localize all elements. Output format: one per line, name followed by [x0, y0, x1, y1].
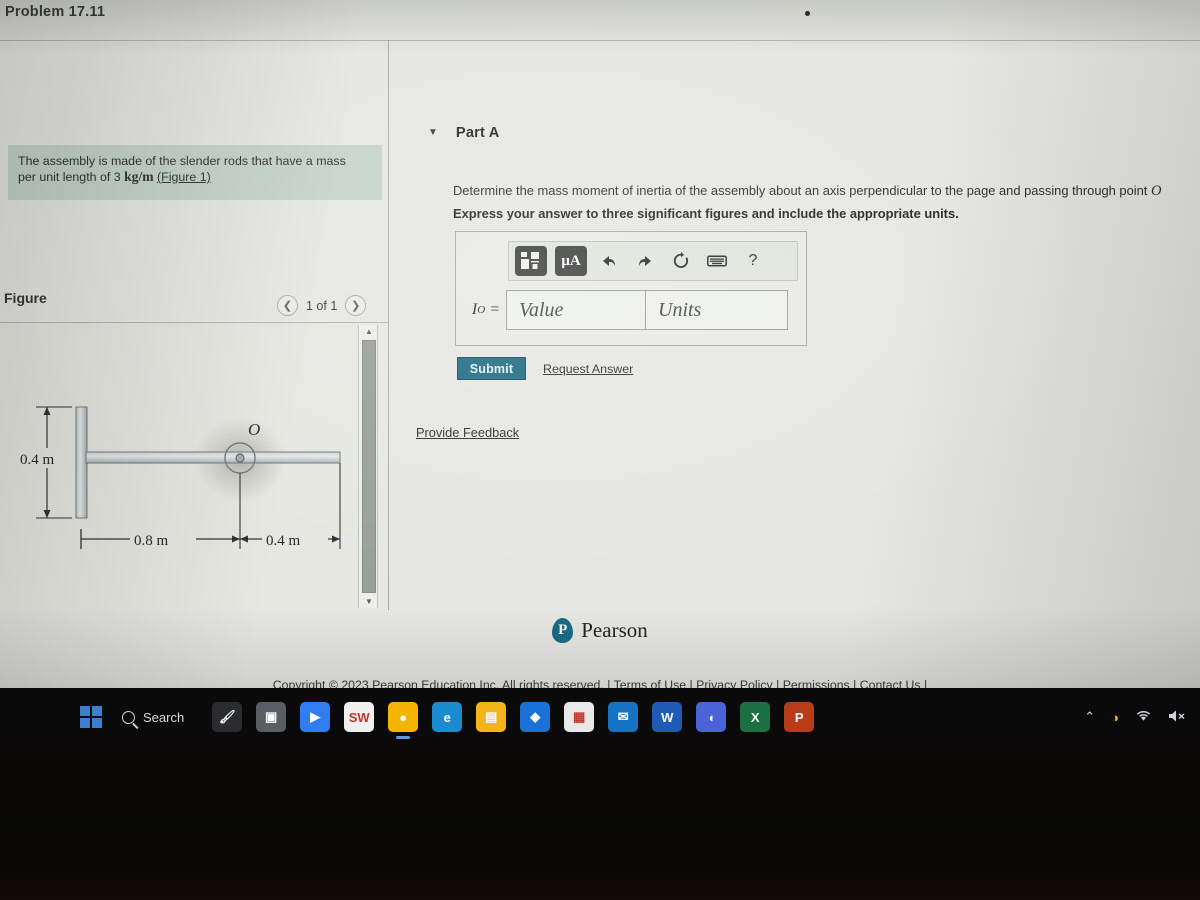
answer-toolbar: μA ?: [508, 241, 798, 281]
taskbar-items: Search 🖌 ▣ ▶ SW ● e ▤ ◆ ▦ ✉ W ◖ X P: [80, 688, 815, 746]
question-body: Determine the mass moment of inertia of …: [453, 183, 1148, 198]
scroll-up-icon[interactable]: ▲: [359, 325, 379, 338]
svg-text:0.4 m: 0.4 m: [266, 533, 301, 549]
taskbar-icon-powerpoint[interactable]: P: [784, 702, 815, 732]
footer-copyright: Copyright © 2023 Pearson Education Inc. …: [0, 678, 1200, 688]
taskbar-icon-widgets[interactable]: ▣: [256, 702, 287, 732]
taskbar-icon-excel[interactable]: X: [740, 702, 771, 732]
tray-battery-icon[interactable]: ◑: [1111, 710, 1119, 725]
below-screen-surface: [0, 746, 1200, 900]
submit-button[interactable]: Submit: [457, 357, 526, 380]
template-math-icon[interactable]: [515, 246, 547, 276]
tray-wifi-icon[interactable]: [1135, 709, 1152, 725]
collapse-caret-icon[interactable]: ▼: [428, 128, 438, 138]
taskbar-app-list: 🖌 ▣ ▶ SW ● e ▤ ◆ ▦ ✉ W ◖ X P: [212, 702, 815, 732]
redo-icon[interactable]: [631, 247, 659, 275]
search-input[interactable]: Search: [116, 704, 198, 730]
statement-line-1: The assembly is made of the slender rods…: [18, 154, 346, 168]
figure-1-link[interactable]: (Figure 1): [157, 170, 211, 184]
svg-text:O: O: [248, 420, 260, 439]
part-a-label: Part A: [455, 125, 500, 141]
svg-text:0.8 m: 0.8 m: [134, 533, 169, 549]
figure-counter: 1 of 1: [306, 298, 338, 313]
laptop-screen-photo: Problem 17.11 The assembly is made of th…: [0, 0, 1200, 900]
problem-statement: The assembly is made of the slender rods…: [8, 145, 382, 200]
browser-page: Problem 17.11 The assembly is made of th…: [0, 0, 1200, 688]
chevron-left-icon[interactable]: ❮: [277, 295, 298, 316]
contact-us-link[interactable]: Contact Us: [860, 678, 921, 688]
chevron-right-icon[interactable]: ❯: [345, 295, 367, 316]
undo-icon[interactable]: [595, 247, 623, 275]
tray-volume-mute-icon[interactable]: [1168, 709, 1186, 726]
start-button[interactable]: [80, 706, 102, 728]
scroll-down-icon[interactable]: ▼: [359, 595, 379, 608]
taskbar-icon-zoom[interactable]: ▶: [300, 702, 331, 732]
taskbar-icon-file-explorer[interactable]: ▤: [476, 702, 507, 732]
taskbar-icon-mail[interactable]: ✉: [608, 702, 639, 732]
top-divider: [0, 40, 1200, 41]
search-icon: [122, 710, 135, 724]
sep-1: |: [607, 678, 611, 688]
taskbar-icon-dropbox[interactable]: ◆: [520, 702, 551, 732]
taskbar-icon-chrome[interactable]: ●: [388, 702, 419, 732]
pearson-logo-icon: P: [552, 618, 574, 643]
taskbar-icon-edge[interactable]: e: [432, 702, 463, 732]
sep-4: |: [853, 678, 857, 688]
page-title: Problem 17.11: [5, 4, 106, 20]
sep-5: |: [923, 678, 928, 688]
sep-3: |: [776, 678, 780, 688]
reset-icon[interactable]: [667, 247, 695, 275]
answer-fields: IO = Value Units: [462, 290, 788, 330]
question-point-label: O: [1150, 183, 1162, 199]
system-tray: ⌃ ◑: [1084, 688, 1186, 746]
laptop-screen: Problem 17.11 The assembly is made of th…: [0, 0, 1200, 688]
copyright-text: Copyright © 2023 Pearson Education Inc. …: [272, 678, 604, 688]
figure-heading: Figure: [4, 290, 47, 306]
scrollbar-thumb[interactable]: [362, 340, 376, 593]
taskbar-icon-microsoft-store[interactable]: ▦: [564, 702, 595, 732]
units-micro-angstrom-icon[interactable]: μA: [555, 246, 587, 276]
taskbar-icon-office[interactable]: ◖: [696, 702, 727, 732]
terms-of-use-link[interactable]: Terms of Use: [614, 678, 686, 688]
question-instruction: Express your answer to three significant…: [453, 206, 959, 221]
figure-canvas: O 0.4 m 0.8 m 0.4 m: [0, 323, 356, 610]
figure-nav: ❮ 1 of 1 ❯: [277, 295, 367, 316]
keyboard-icon[interactable]: [703, 247, 731, 275]
units-input[interactable]: Units: [646, 290, 788, 330]
taskbar-icon-paint[interactable]: 🖌: [212, 702, 243, 732]
permissions-link[interactable]: Permissions: [783, 678, 850, 688]
sep-2: |: [689, 678, 693, 688]
figure-scrollbar[interactable]: ▲ ▼: [358, 325, 378, 608]
svg-text:0.4 m: 0.4 m: [20, 452, 55, 468]
taskbar-icon-solidworks[interactable]: SW: [344, 702, 375, 732]
tray-show-hidden-icon[interactable]: ⌃: [1084, 709, 1095, 725]
taskbar-icon-word[interactable]: W: [652, 702, 683, 732]
windows-taskbar: Search 🖌 ▣ ▶ SW ● e ▤ ◆ ▦ ✉ W ◖ X P ⌃ ◑: [0, 688, 1200, 746]
part-a-header[interactable]: ▼ Part A: [428, 125, 500, 141]
answer-entry-box: μA ? I O = Value Units: [455, 231, 807, 346]
value-input[interactable]: Value: [506, 290, 646, 330]
request-answer-link[interactable]: Request Answer: [543, 362, 633, 376]
pane-divider: [388, 40, 389, 610]
statement-line-2: per unit length of 3: [18, 170, 121, 184]
webcam-dot: [805, 11, 810, 16]
statement-units: kg/m: [124, 169, 154, 184]
pearson-wordmark: Pearson: [581, 618, 648, 642]
provide-feedback-link[interactable]: Provide Feedback: [416, 425, 519, 440]
privacy-policy-link[interactable]: Privacy Policy: [696, 678, 773, 688]
search-placeholder: Search: [143, 709, 185, 725]
pearson-branding: P Pearson: [0, 618, 1200, 643]
assembly-diagram: O 0.4 m 0.8 m 0.4 m: [16, 406, 341, 550]
question-text: Determine the mass moment of inertia of …: [453, 182, 1193, 200]
io-label: IO =: [471, 301, 500, 318]
help-icon[interactable]: ?: [739, 247, 767, 275]
